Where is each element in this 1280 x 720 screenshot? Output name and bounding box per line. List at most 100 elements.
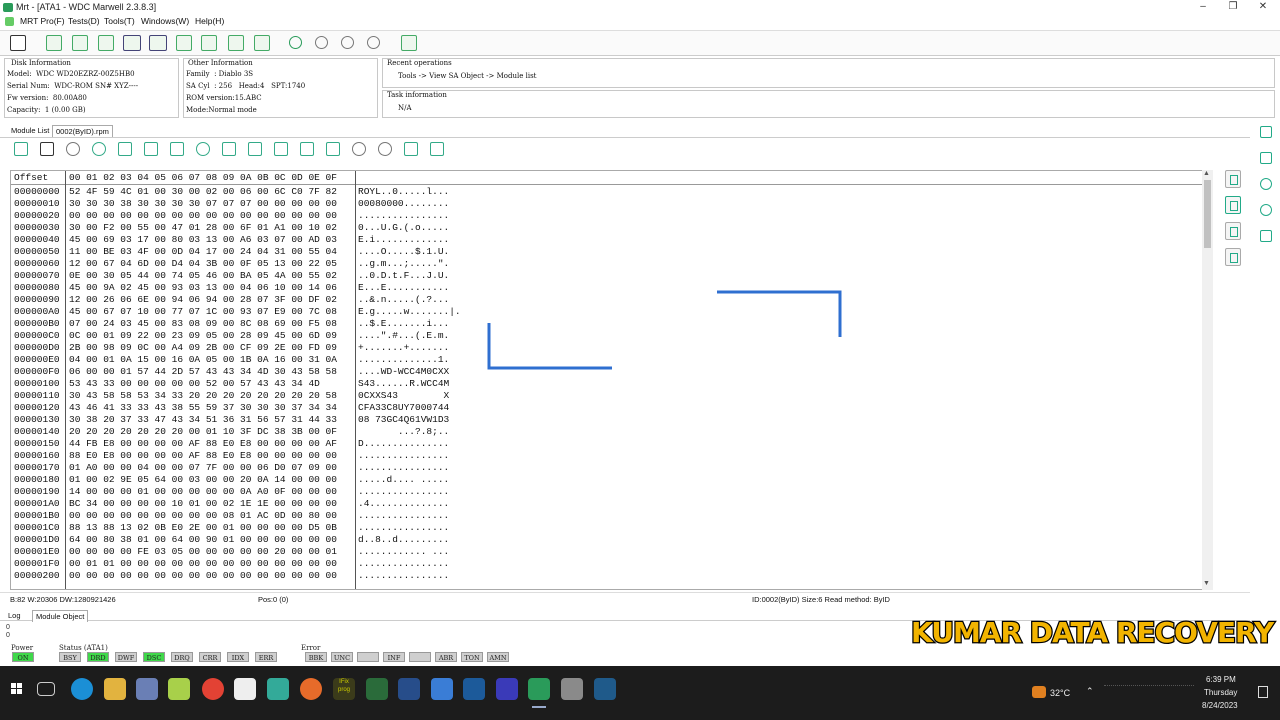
save-icon[interactable]: [170, 142, 184, 156]
rom-icon[interactable]: [123, 35, 141, 51]
row-offset: 000000F0: [14, 366, 60, 377]
chevron-up-icon[interactable]: ⌃: [1086, 686, 1094, 697]
image-icon[interactable]: [228, 35, 244, 51]
edge-icon[interactable]: [71, 678, 93, 700]
side-tool-icon-2[interactable]: [1225, 196, 1241, 214]
divider: [355, 171, 356, 589]
menu-mrtpro[interactable]: MRT Pro(F): [20, 16, 65, 26]
app-icon-7[interactable]: [496, 678, 518, 700]
tab-log[interactable]: Log: [5, 610, 24, 621]
hex-editor[interactable]: Offset 00 01 02 03 04 05 06 07 08 09 0A …: [10, 170, 1213, 590]
folder-icon[interactable]: [144, 142, 158, 156]
tab-module-list[interactable]: Module List: [8, 125, 52, 136]
task-view-icon[interactable]: [37, 682, 55, 696]
minimize-button[interactable]: –: [1196, 1, 1210, 13]
ram-icon[interactable]: [149, 35, 167, 51]
app-icon-1[interactable]: [136, 678, 158, 700]
windows-start-icon[interactable]: [6, 678, 28, 700]
disk-info-title: Disk Information: [11, 59, 71, 67]
clock-time[interactable]: 6:39 PM: [1206, 675, 1236, 684]
row-ascii: ....O.....$.1.U.: [358, 246, 450, 257]
gear-icon[interactable]: [1260, 230, 1272, 242]
disk-select-icon[interactable]: [10, 35, 26, 51]
system-tray: 32°C ⌃ 6:39 PM Thursday 8/24/2023: [1028, 666, 1280, 720]
chrome-icon[interactable]: [202, 678, 224, 700]
notifications-icon[interactable]: [1258, 686, 1268, 698]
word-icon[interactable]: [431, 678, 453, 700]
app-icon-4[interactable]: [267, 678, 289, 700]
edit-icon[interactable]: [118, 142, 132, 156]
exit-icon[interactable]: [401, 35, 417, 51]
chart-icon[interactable]: [430, 142, 444, 156]
row-bytes: 06 00 00 01 57 44 2D 57 43 43 34 4D 30 4…: [69, 366, 337, 377]
doc-icon-2[interactable]: [274, 142, 288, 156]
r-app-icon[interactable]: [463, 678, 485, 700]
minus-icon[interactable]: [352, 142, 366, 156]
app-icon-2[interactable]: [168, 678, 190, 700]
close-button[interactable]: ✕: [1256, 1, 1270, 13]
paste-icon[interactable]: [326, 142, 340, 156]
task-info-panel: Task information N/A: [382, 90, 1275, 118]
settings-icon[interactable]: [201, 35, 217, 51]
copy-icon[interactable]: [14, 142, 28, 156]
play-icon[interactable]: [289, 36, 302, 49]
disk-serial: Serial Num: WDC-ROM SN# XYZ----: [7, 82, 139, 90]
target-icon[interactable]: [196, 142, 210, 156]
doc-icon-3[interactable]: [300, 142, 314, 156]
side-tool-icon-4[interactable]: [1225, 248, 1241, 266]
doc-icon-1[interactable]: [248, 142, 262, 156]
row-ascii: E.g.....w.......|.: [358, 306, 461, 317]
pause-icon[interactable]: [341, 36, 354, 49]
list-icon[interactable]: [40, 142, 54, 156]
scroll-up-icon[interactable]: ▲: [1203, 170, 1210, 177]
cancel-icon[interactable]: [367, 36, 380, 49]
edit-icon[interactable]: [254, 35, 270, 51]
app-icon-3[interactable]: [234, 678, 256, 700]
file-explorer-icon[interactable]: [104, 678, 126, 700]
row-bytes: 11 00 BE 03 4F 00 0D 04 17 00 24 04 31 0…: [69, 246, 337, 257]
row-bytes: 07 00 24 03 45 00 83 08 09 00 8C 08 69 0…: [69, 318, 337, 329]
menu-tests[interactable]: Tests(D): [68, 16, 100, 26]
side-tool-icon-1[interactable]: [1225, 170, 1241, 188]
restore-button[interactable]: ❐: [1226, 1, 1240, 13]
row-bytes: 88 13 88 13 02 0B E0 2E 00 01 00 00 00 0…: [69, 522, 337, 533]
vertical-scrollbar[interactable]: ▲ ▼: [1202, 170, 1213, 590]
row-bytes: 04 00 01 0A 15 00 16 0A 05 00 1B 0A 16 0…: [69, 354, 337, 365]
row-bytes: 30 00 F2 00 55 00 47 01 28 00 6F 01 A1 0…: [69, 222, 337, 233]
led-idx: IDX: [227, 652, 249, 662]
hand-icon[interactable]: [1260, 152, 1272, 164]
led-unc: UNC: [331, 652, 353, 662]
menu-tools[interactable]: Tools(T): [104, 16, 135, 26]
app-icon-6[interactable]: [398, 678, 420, 700]
rst-icon[interactable]: [1260, 126, 1272, 138]
export-icon[interactable]: [404, 142, 418, 156]
scroll-down-icon[interactable]: ▼: [1203, 580, 1210, 587]
tab-rpm-file[interactable]: 0002(ByID).rpm: [52, 125, 113, 137]
toolbar-icon-2[interactable]: [72, 35, 88, 51]
history-icon[interactable]: [1260, 178, 1272, 190]
side-tool-icon-3[interactable]: [1225, 222, 1241, 240]
tab-module-object[interactable]: Module Object: [32, 610, 89, 622]
stop-icon[interactable]: [315, 36, 328, 49]
mrt-app-icon[interactable]: [528, 678, 550, 708]
app-icon-5[interactable]: [366, 678, 388, 700]
refresh-icon[interactable]: [66, 142, 80, 156]
database-icon[interactable]: [222, 142, 236, 156]
menu-windows[interactable]: Windows(W): [141, 16, 189, 26]
plus-icon[interactable]: [378, 142, 392, 156]
scroll-thumb[interactable]: [1204, 180, 1211, 248]
led-amn: AMN: [487, 652, 509, 662]
toolbar-icon-1[interactable]: [46, 35, 62, 51]
row-offset: 00000130: [14, 414, 60, 425]
record-icon[interactable]: [92, 142, 106, 156]
upload-icon[interactable]: [1260, 204, 1272, 216]
firefox-icon[interactable]: [300, 678, 322, 700]
toolbar-icon-3[interactable]: [98, 35, 114, 51]
list-icon[interactable]: [176, 35, 192, 51]
app-icon-8[interactable]: [561, 678, 583, 700]
menu-help[interactable]: Help(H): [195, 16, 224, 26]
app-icon-9[interactable]: [594, 678, 616, 700]
row-bytes: 01 A0 00 00 04 00 00 07 7F 00 00 06 D0 0…: [69, 462, 337, 473]
status-left: B:82 W:20306 DW:1280921426: [10, 595, 116, 604]
ifix-prog-icon[interactable]: IFix prog: [333, 678, 355, 700]
